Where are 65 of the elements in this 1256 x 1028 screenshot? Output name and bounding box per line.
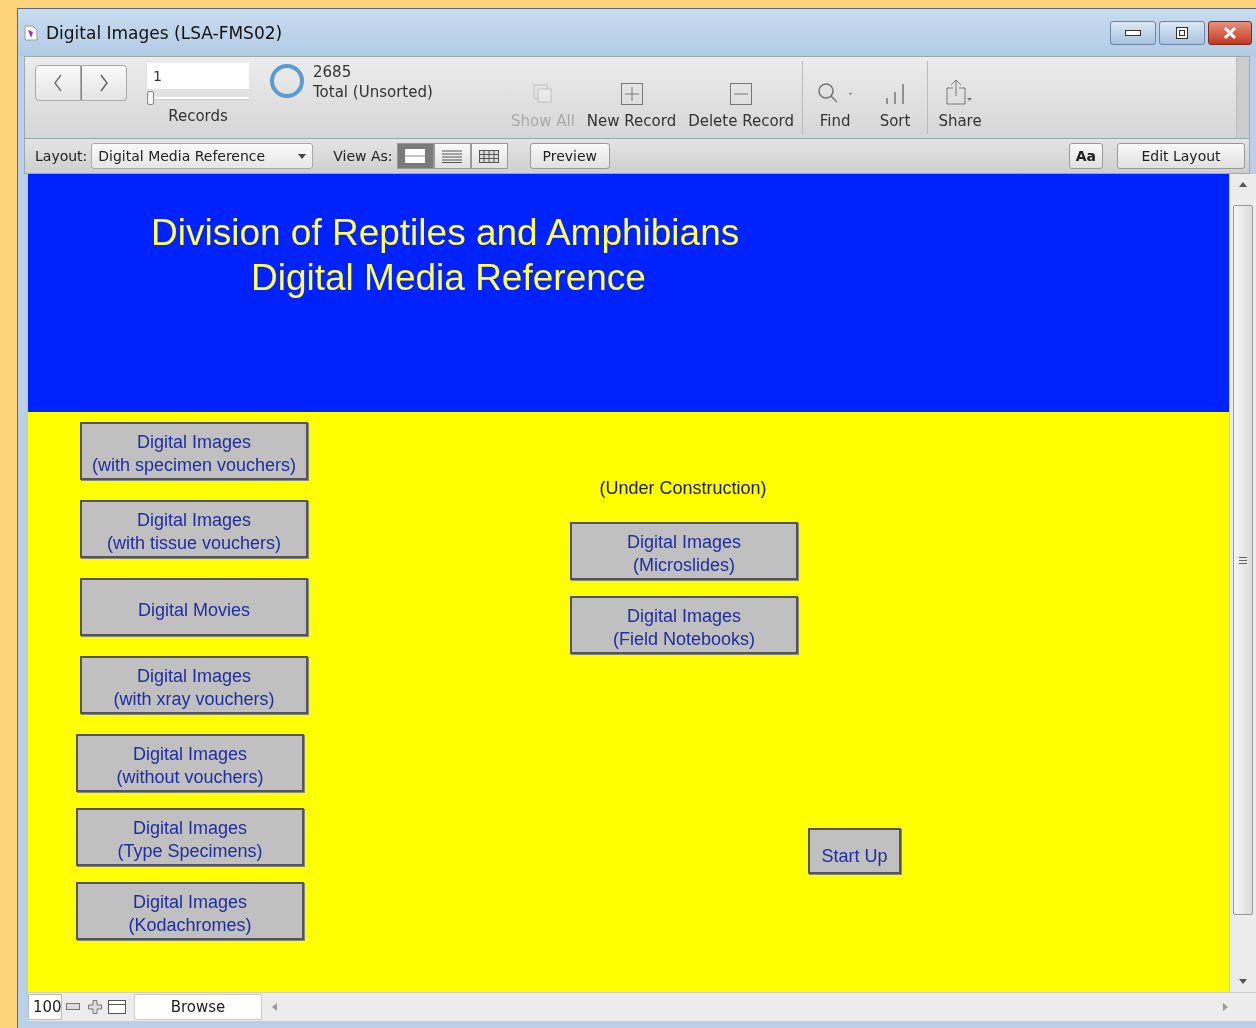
header-title: Division of Reptiles and Amphibians xyxy=(151,211,740,255)
slider-thumb[interactable] xyxy=(147,91,154,105)
chevron-left-icon xyxy=(53,74,63,92)
maximize-icon xyxy=(1176,27,1188,39)
minimize-button[interactable] xyxy=(1110,21,1156,45)
layout-button[interactable]: Digital Images (Field Notebooks) xyxy=(570,596,798,654)
format-button[interactable]: Aa xyxy=(1068,143,1103,169)
zoom-in-icon[interactable] xyxy=(88,1000,102,1014)
progress-ring-icon xyxy=(269,63,305,99)
layout-button[interactable]: Digital Images (Microslides) xyxy=(570,522,798,580)
edit-layout-button[interactable]: Edit Layout xyxy=(1117,143,1245,169)
grip-icon xyxy=(1239,556,1247,564)
scroll-right-icon xyxy=(1223,1003,1228,1011)
previous-button[interactable] xyxy=(35,65,81,101)
next-button[interactable] xyxy=(81,65,127,101)
zoom-out-icon[interactable] xyxy=(66,1003,80,1011)
mode-indicator[interactable]: Browse xyxy=(134,994,262,1020)
list-view-icon xyxy=(442,149,463,163)
layout-button[interactable]: Digital Images (with specimen vouchers) xyxy=(80,422,308,480)
preview-button[interactable]: Preview xyxy=(529,143,611,169)
layout-button[interactable]: Start Up xyxy=(808,828,901,874)
layout-button[interactable]: Digital Images (Kodachromes) xyxy=(76,882,304,940)
plus-box-icon xyxy=(619,82,644,106)
close-button[interactable] xyxy=(1208,21,1252,45)
list-view-button[interactable] xyxy=(433,143,471,169)
table-view-icon xyxy=(479,149,500,163)
view-as-label: View As: xyxy=(333,148,393,164)
record-count: 2685 xyxy=(313,63,353,81)
form-view-button[interactable] xyxy=(396,143,434,169)
layout-button[interactable]: Digital Images (with tissue vouchers) xyxy=(80,500,308,558)
layout-button[interactable]: Digital Movies xyxy=(80,578,308,636)
status-toolbar-icon[interactable] xyxy=(108,1000,126,1014)
sort-button[interactable]: Sort xyxy=(865,57,926,138)
layout-button[interactable]: Digital Images (Type Specimens) xyxy=(76,808,304,866)
maximize-button[interactable] xyxy=(1159,21,1205,45)
vertical-scrollbar[interactable] xyxy=(1229,174,1256,992)
chevron-right-icon xyxy=(99,74,109,92)
window-title: Digital Images (LSA-FMS02) xyxy=(46,22,284,43)
show-all-icon xyxy=(530,82,555,106)
records-label: Records xyxy=(168,107,228,125)
layout-dropdown[interactable]: Digital Media Reference xyxy=(91,143,314,169)
scrollbar-thumb[interactable] xyxy=(1233,205,1253,915)
form-view-icon xyxy=(405,149,426,163)
total-label: Total (Unsorted) xyxy=(313,83,433,101)
header-title: Digital Media Reference xyxy=(251,256,646,300)
document-icon xyxy=(24,24,38,41)
caret-icon xyxy=(298,153,307,159)
layout-button[interactable]: Digital Images (with xray vouchers) xyxy=(80,656,308,714)
scroll-up-icon xyxy=(1239,182,1247,187)
find-button[interactable]: Find xyxy=(805,57,866,138)
minus-box-icon xyxy=(729,82,754,106)
delete-button[interactable]: Delete Record xyxy=(682,57,801,138)
record-number-field[interactable]: 1 xyxy=(147,63,249,89)
table-view-button[interactable] xyxy=(470,143,508,169)
scroll-left-icon xyxy=(272,1003,277,1011)
zoom-level[interactable]: 100 xyxy=(28,994,62,1020)
layout-button[interactable]: Digital Images (without vouchers) xyxy=(76,734,304,792)
layout-label: Layout: xyxy=(35,148,88,164)
scroll-down-icon xyxy=(1239,979,1247,984)
note-text: (Under Construction) xyxy=(598,478,768,499)
new-button[interactable]: New Record xyxy=(580,57,683,138)
toolbar-scrollbar[interactable] xyxy=(1236,57,1249,138)
share-button[interactable]: Share xyxy=(930,57,991,138)
close-icon xyxy=(1223,26,1237,40)
minimize-icon xyxy=(1125,30,1141,36)
